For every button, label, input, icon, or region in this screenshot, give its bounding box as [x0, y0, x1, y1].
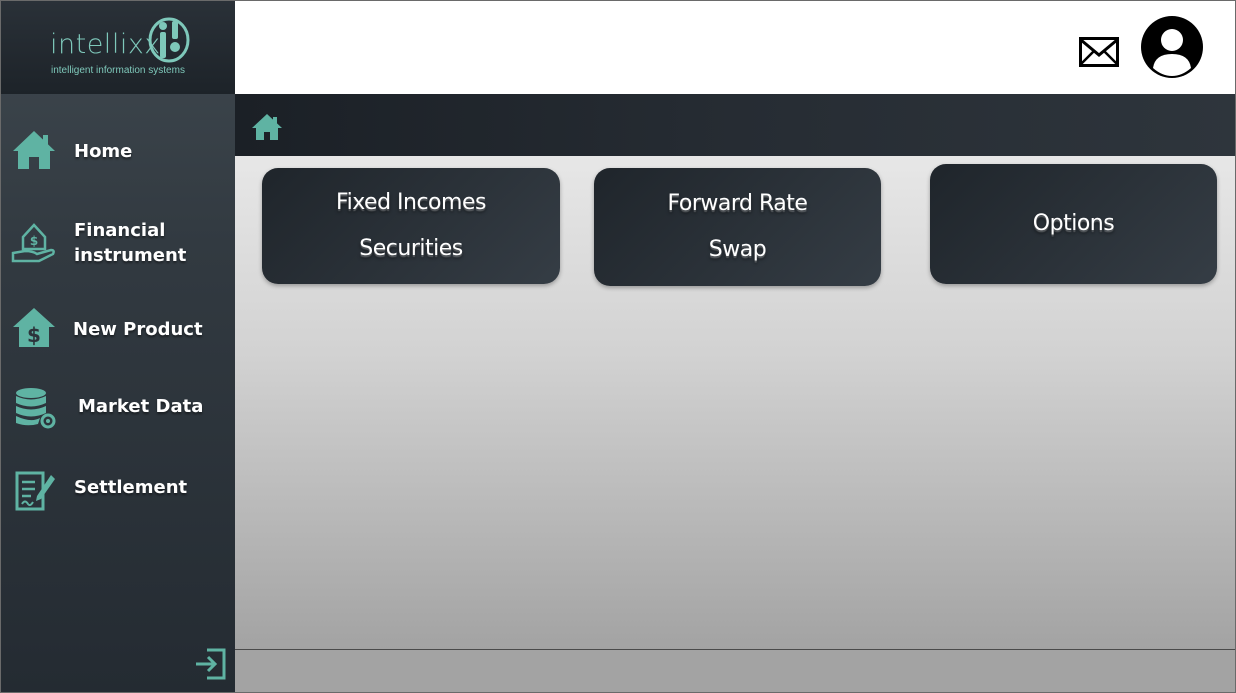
- sidebar: intellixx intelligent information system…: [1, 1, 235, 692]
- home-icon: [13, 131, 55, 169]
- database-gear-icon: [16, 388, 56, 429]
- intellixx-logo-mark-icon: [148, 17, 190, 63]
- sidebar-item-label: Home: [74, 141, 133, 162]
- house-dollar-icon: $: [13, 308, 55, 347]
- tile-forward-rate-swap[interactable]: Forward Rate Swap: [594, 168, 881, 286]
- sidebar-item-settlement[interactable]: Settlement: [1, 459, 235, 519]
- tile-label-line1: Fixed Incomes: [336, 190, 486, 215]
- sidebar-item-market-data[interactable]: Market Data: [1, 377, 235, 437]
- sidebar-item-label: Settlement: [74, 477, 188, 498]
- brand-name: intellixx: [50, 29, 161, 60]
- logo-area: intellixx intelligent information system…: [1, 1, 235, 94]
- svg-text:$: $: [30, 234, 38, 248]
- sidebar-item-label: Market Data: [78, 396, 204, 417]
- user-avatar-icon[interactable]: [1141, 16, 1203, 78]
- hand-money-house-icon: $: [11, 223, 55, 263]
- tile-label-line2: Securities: [359, 236, 463, 261]
- mail-icon[interactable]: [1079, 37, 1119, 67]
- svg-text:$: $: [27, 323, 41, 347]
- breadcrumb: [235, 94, 1235, 156]
- sidebar-item-new-product[interactable]: $ New Product: [1, 299, 235, 359]
- tile-fixed-incomes-securities[interactable]: Fixed Incomes Securities: [262, 168, 560, 284]
- sidebar-item-financial-instrument[interactable]: $ Financial instrument: [1, 211, 235, 275]
- breadcrumb-home-icon[interactable]: [251, 112, 283, 142]
- sidebar-item-label-line1: Financial: [74, 220, 166, 241]
- sidebar-item-label: New Product: [73, 319, 203, 340]
- tile-options[interactable]: Options: [930, 164, 1217, 284]
- tile-label: Options: [1032, 211, 1115, 236]
- document-pen-icon: [15, 471, 55, 511]
- brand-tagline: intelligent information systems: [51, 65, 185, 76]
- logout-icon[interactable]: [193, 647, 227, 681]
- tile-label-line1: Forward Rate: [667, 191, 808, 216]
- app-window: intellixx intelligent information system…: [0, 0, 1236, 693]
- sidebar-item-label-line2: instrument: [74, 245, 187, 266]
- sidebar-item-home[interactable]: Home: [1, 121, 235, 181]
- tile-label-line2: Swap: [708, 237, 767, 262]
- footer: [235, 650, 1235, 692]
